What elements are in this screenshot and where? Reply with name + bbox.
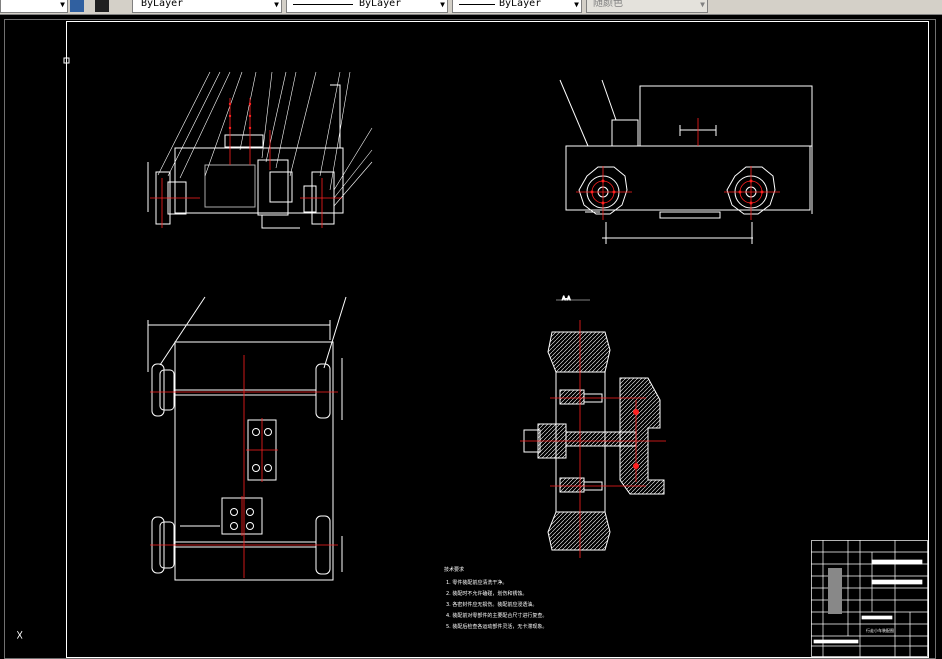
section-label: A-A (562, 296, 571, 302)
layer-match-icon[interactable] (95, 0, 109, 12)
layer-dropdown[interactable]: ByLayer ▼ (132, 0, 282, 13)
layer-dropdown-value: ByLayer (141, 0, 184, 9)
chevron-down-icon: ▼ (60, 0, 65, 9)
note-item: 3. 各密封件应无损伤。装配前应浸透油。 (446, 601, 537, 608)
plotstyle-dropdown-value: 随颜色 (593, 0, 623, 9)
technical-notes: 技术要求 1. 零件装配前应清洗干净。 2. 装配时不允许磕碰，划伤和锈蚀。 3… (444, 566, 547, 630)
linetype-dropdown[interactable]: ByLayer ▼ (286, 0, 448, 13)
sheet-border (4, 19, 936, 659)
drawing-canvas[interactable]: A-A 技术要求 1. 零件装配前应清洗干净。 2. 装配时不允许磕碰，划伤和锈… (0, 15, 942, 659)
section-view: A-A (523, 296, 665, 551)
lineweight-dropdown[interactable]: ByLayer ▼ (452, 0, 582, 13)
layer-state-icon[interactable] (70, 0, 84, 12)
title-block (811, 540, 928, 657)
linetype-dropdown-value: ByLayer (359, 0, 402, 9)
side-view (559, 79, 813, 244)
drawing-name: 行走小车装配图 (866, 627, 894, 633)
front-view-center-lines (150, 98, 342, 228)
notes-title: 技术要求 (444, 566, 464, 573)
note-item: 4. 装配前对零部件的主要配合尺寸进行复查。 (446, 612, 547, 619)
note-item: 2. 装配时不允许磕碰，划伤和锈蚀。 (446, 590, 527, 597)
chevron-down-icon: ▼ (440, 0, 445, 9)
chevron-down-icon: ▼ (700, 0, 705, 9)
ucs-icon: ☓ (16, 628, 24, 644)
properties-toolbar: ▼ ByLayer ▼ ByLayer ▼ ByLayer ▼ 随颜色 ▼ (0, 0, 942, 15)
chevron-down-icon: ▼ (574, 0, 579, 9)
chevron-down-icon: ▼ (274, 0, 279, 9)
front-view (147, 71, 373, 229)
lineweight-dropdown-value: ByLayer (499, 0, 542, 9)
side-view-center-lines (576, 118, 780, 220)
front-view-bolt-marks (228, 102, 252, 130)
plotstyle-dropdown: 随颜色 ▼ (586, 0, 708, 13)
plan-view-center-lines (150, 355, 338, 578)
note-item: 5. 装配后检查各运动部件灵活，无卡滞现象。 (446, 623, 547, 630)
note-item: 1. 零件装配前应清洗干净。 (446, 579, 507, 586)
color-dropdown[interactable]: ▼ (0, 0, 68, 13)
plan-view (147, 296, 347, 581)
